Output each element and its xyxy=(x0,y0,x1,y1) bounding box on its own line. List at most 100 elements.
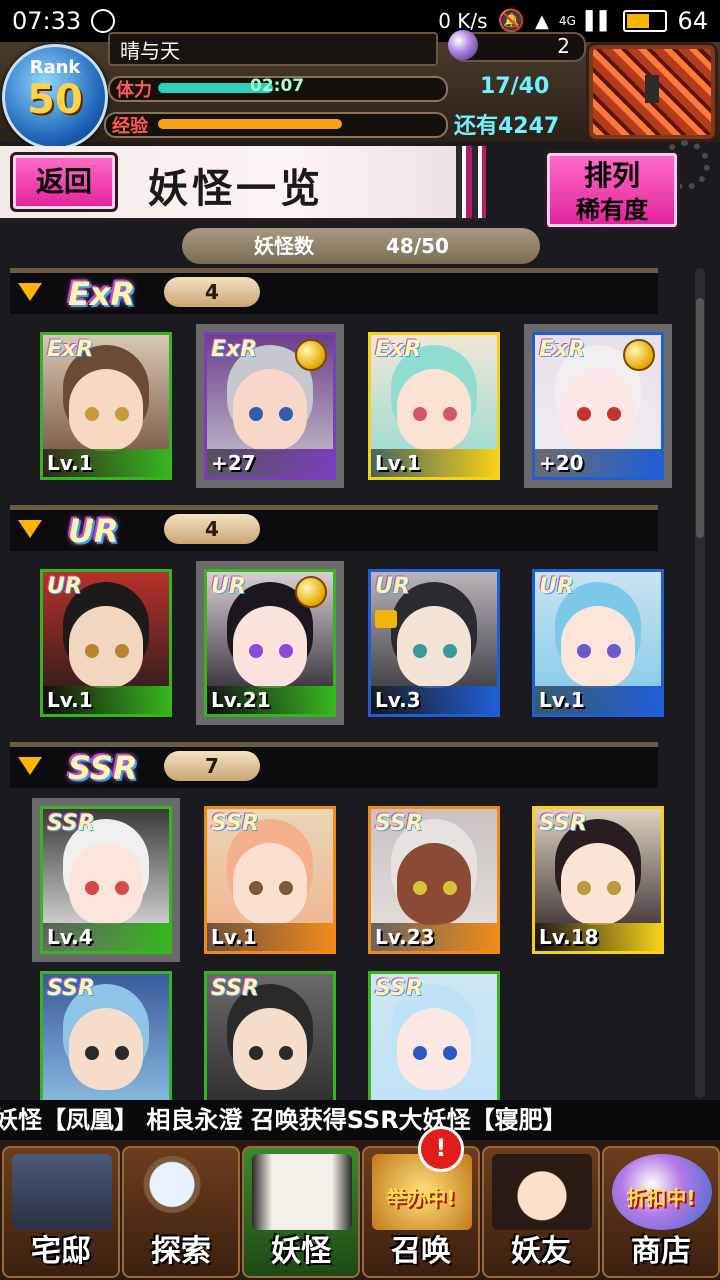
monster-eye xyxy=(115,1046,129,1060)
monster-face xyxy=(561,606,635,688)
monster-card[interactable]: SSR xyxy=(368,971,500,1100)
card-rarity: UR xyxy=(539,574,574,599)
nav-friends-label: 妖友 xyxy=(511,1234,571,1269)
scrollbar[interactable] xyxy=(695,268,705,1098)
monster-card[interactable]: SSR xyxy=(40,971,172,1100)
monster-card[interactable]: SSR Lv.18 xyxy=(532,806,664,954)
card-rarity: SSR xyxy=(539,811,587,836)
card-rarity: SSR xyxy=(211,976,259,1001)
monster-eye xyxy=(115,407,129,421)
monster-eye xyxy=(279,881,293,895)
sort-label: 排列 xyxy=(583,159,640,192)
nav-mansion[interactable]: 宅邸 xyxy=(2,1146,120,1278)
monster-eye xyxy=(115,881,129,895)
monster-eye xyxy=(279,644,293,658)
page-title: 妖怪一览 xyxy=(148,166,324,212)
monster-eye xyxy=(249,644,263,658)
monster-card[interactable]: ExR +27 xyxy=(196,324,344,488)
collapse-arrow-icon[interactable] xyxy=(18,283,42,301)
monster-list[interactable]: ExR 4 ExR Lv.1 ExR +27 ExR Lv.1 ExR +20 UR 4 UR Lv.1 U… xyxy=(0,264,690,1100)
wifi-icon: ▲ xyxy=(534,10,549,32)
monster-eye xyxy=(443,1046,457,1060)
rank-badge[interactable]: Rank 50 xyxy=(2,44,108,150)
monster-card[interactable]: ExR +20 xyxy=(524,324,672,488)
monster-card[interactable]: ExR Lv.1 xyxy=(40,332,172,480)
group-count: 4 xyxy=(164,277,260,307)
medal-icon xyxy=(295,576,327,608)
monster-eye xyxy=(413,644,427,658)
stamina-timer: 02:07 xyxy=(250,76,305,96)
monster-face xyxy=(397,369,471,451)
card-level: Lv.21 xyxy=(207,686,333,714)
stamina-value: 17/40 xyxy=(480,74,550,99)
monster-count-label: 妖怪数 xyxy=(254,234,314,258)
exp-bar: 经验 xyxy=(104,112,448,138)
monster-card[interactable]: UR Lv.3 xyxy=(368,569,500,717)
monster-card[interactable]: UR Lv.21 xyxy=(196,561,344,725)
gift-box-icon[interactable] xyxy=(586,42,718,142)
monster-eye xyxy=(249,1046,263,1060)
monster-eye xyxy=(577,644,591,658)
card-rarity: ExR xyxy=(375,337,422,362)
monster-eye xyxy=(413,881,427,895)
player-name: 晴与天 xyxy=(108,32,438,66)
nav-monsters[interactable]: 妖怪 xyxy=(242,1146,360,1278)
monster-face xyxy=(233,369,307,451)
monster-eye xyxy=(413,1046,427,1060)
nav-explore[interactable]: 探索 xyxy=(122,1146,240,1278)
group-header-exr[interactable]: ExR 4 xyxy=(10,268,658,314)
battery-level: 64 xyxy=(677,7,708,35)
friend-avatar-icon xyxy=(492,1154,592,1230)
monster-eye xyxy=(85,407,99,421)
nav-shop[interactable]: 折扣中! 商店 xyxy=(602,1146,720,1278)
monster-eye xyxy=(413,407,427,421)
nav-mansion-label: 宅邸 xyxy=(31,1234,91,1269)
monster-face xyxy=(397,606,471,688)
collapse-arrow-icon[interactable] xyxy=(18,520,42,538)
monster-face xyxy=(233,606,307,688)
monster-eye xyxy=(85,1046,99,1060)
monster-face xyxy=(233,1008,307,1090)
gem-counter[interactable]: 2 xyxy=(448,30,586,62)
group-rarity-label: ExR xyxy=(68,275,136,313)
monster-card[interactable]: SSR xyxy=(204,971,336,1100)
monster-eye xyxy=(577,881,591,895)
group-header-ssr[interactable]: SSR 7 xyxy=(10,742,658,788)
card-rarity: ExR xyxy=(539,337,586,362)
magnifier-icon xyxy=(132,1154,232,1230)
group-count: 7 xyxy=(164,751,260,781)
nav-friends[interactable]: 妖友 xyxy=(482,1146,600,1278)
stamina-label: 体力 xyxy=(116,80,152,101)
card-level: Lv.1 xyxy=(535,686,661,714)
exp-label: 经验 xyxy=(112,116,148,137)
card-level: Lv.1 xyxy=(207,923,333,951)
battery-icon xyxy=(623,10,668,32)
collapse-arrow-icon[interactable] xyxy=(18,757,42,775)
card-rarity: ExR xyxy=(211,337,258,362)
announcement-ticker: 妖怪【凤凰】 相良永澄 召唤获得SSR大妖怪【寝肥】 xyxy=(0,1100,720,1140)
monster-face xyxy=(69,1008,143,1090)
bottom-nav: 宅邸 探索 妖怪 举办中! 召唤 妖友 折扣中! 商店 xyxy=(0,1140,720,1280)
monster-eye xyxy=(85,644,99,658)
monster-card[interactable]: SSR Lv.1 xyxy=(204,806,336,954)
monster-card[interactable]: ExR Lv.1 xyxy=(368,332,500,480)
monster-card[interactable]: SSR Lv.4 xyxy=(32,798,180,962)
monster-eye xyxy=(279,407,293,421)
card-rarity: UR xyxy=(375,574,410,599)
monster-card[interactable]: UR Lv.1 xyxy=(40,569,172,717)
monster-card[interactable]: UR Lv.1 xyxy=(532,569,664,717)
monster-face xyxy=(69,369,143,451)
back-button[interactable]: 返回 xyxy=(10,152,118,212)
exp-remaining: 还有4247 xyxy=(454,114,560,139)
rank-value: 50 xyxy=(27,77,83,123)
monster-card[interactable]: SSR Lv.23 xyxy=(368,806,500,954)
mansion-icon xyxy=(12,1154,112,1230)
nav-summon[interactable]: 举办中! 召唤 xyxy=(362,1146,480,1278)
gem-count: 2 xyxy=(557,34,570,58)
nav-explore-label: 探索 xyxy=(151,1234,211,1269)
card-rarity: SSR xyxy=(375,976,423,1001)
summon-event-tag: 举办中! xyxy=(386,1186,456,1210)
sort-button[interactable]: 排列 稀有度 xyxy=(544,150,680,230)
group-header-ur[interactable]: UR 4 xyxy=(10,505,658,551)
card-level: +27 xyxy=(207,449,333,477)
